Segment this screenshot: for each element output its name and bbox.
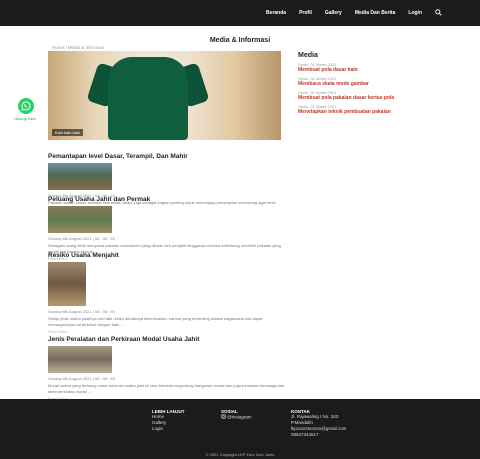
sidebar-title: Media [298, 52, 318, 59]
footer-social-column: SOSIAL @instagram [221, 409, 252, 421]
sidebar-item-link[interactable]: Membuat pola dasar kain [298, 67, 448, 73]
whatsapp-button[interactable] [18, 98, 34, 114]
instagram-icon [221, 414, 226, 419]
article-thumbnail[interactable] [48, 206, 112, 233]
nav-profil[interactable]: Profil [299, 10, 312, 16]
sidebar-item-link[interactable]: Membaca skala mode gambar [298, 81, 448, 87]
search-icon[interactable] [435, 8, 442, 18]
hero-caption: Kain kain kain [52, 129, 83, 136]
instagram-handle: @instagram [227, 414, 252, 420]
nav-beranda[interactable]: Beranda [266, 10, 286, 16]
sidebar-item: Senin, 01 Maret 2021 Membuat pola pakaia… [298, 90, 448, 101]
nav-login[interactable]: Login [408, 10, 422, 16]
footer-contact-column: KONTAK Jl. Rajawaling I No. 343 P.Mandal… [291, 409, 346, 438]
article-title[interactable]: Jenis Peralatan dan Perkiraan Modal Usah… [48, 336, 288, 343]
read-more-link[interactable]: Read More [48, 329, 288, 334]
copyright: © 2021 Copyright LKP Zorz Zorz Junio [205, 452, 275, 457]
footer-instagram-link[interactable]: @instagram [221, 414, 252, 421]
page-title: Media & Informasi [209, 37, 271, 44]
sidebar-item: Senin, 01 Maret 2021 Membuat pola dasar … [298, 62, 448, 73]
article-item: Jenis Peralatan dan Perkiraan Modal Usah… [48, 336, 288, 401]
sidebar-item-link[interactable]: Menetapkan teknik pembuatan pakaian [298, 109, 448, 115]
article-date: Sunday 8th August 2021 | 08 : 08 : 53 [48, 376, 115, 381]
article-thumbnail[interactable] [48, 163, 112, 190]
article-date: Sunday 8th August 2021 | 08 : 08 : 59 [48, 236, 115, 241]
media-sidebar: Media Senin, 01 Maret 2021 Membuat pola … [298, 52, 448, 115]
main-nav: Beranda Profil Gallery Media Dan Berita … [266, 0, 442, 26]
article-excerpt: Modal usaha yang tertuang untuk memulai … [48, 383, 285, 394]
article-thumbnail[interactable] [48, 262, 86, 306]
article-thumbnail[interactable] [48, 346, 112, 373]
article-title[interactable]: Peluang Usaha Jahit dan Permak [48, 196, 288, 203]
footer-links-column: LEBIH LANJUT Home Gallery Login [152, 409, 185, 432]
breadcrumb: Home / Media & Informasi [52, 45, 105, 50]
article-title[interactable]: Pemantapan level Dasar, Terampil, Dan Ma… [48, 153, 288, 160]
article-title[interactable]: Resiko Usaha Menjahit [48, 252, 288, 259]
article-item: Resiko Usaha Menjahit Sunday 8th August … [48, 252, 288, 334]
article-excerpt: Setiap jenis usaha pastinya memiliki res… [48, 316, 263, 327]
nav-gallery[interactable]: Gallery [325, 10, 342, 16]
sidebar-item: Senin, 01 Maret 2021 Membaca skala mode … [298, 76, 448, 87]
contact-phone: 08527344617 [291, 432, 319, 437]
site-footer: LEBIH LANJUT Home Gallery Login SOSIAL @… [0, 399, 480, 459]
sidebar-item: Senin, 01 Maret 2021 Menetapkan teknik p… [298, 104, 448, 115]
whatsapp-icon [21, 101, 31, 111]
whatsapp-label: Hubungi Kami [14, 117, 36, 121]
sidebar-item-link[interactable]: Membuat pola pakaian dasar kertas pola [298, 95, 448, 101]
nav-media-dan-berita[interactable]: Media Dan Berita [355, 10, 396, 16]
hero-image: Kain kain kain [48, 51, 281, 140]
green-shirt-photo [108, 57, 188, 140]
footer-link-login[interactable]: Login [152, 426, 185, 432]
top-navbar: Beranda Profil Gallery Media Dan Berita … [0, 0, 480, 26]
article-date: Sunday 8th August 2021 | 08 : 08 : 59 [48, 309, 115, 314]
